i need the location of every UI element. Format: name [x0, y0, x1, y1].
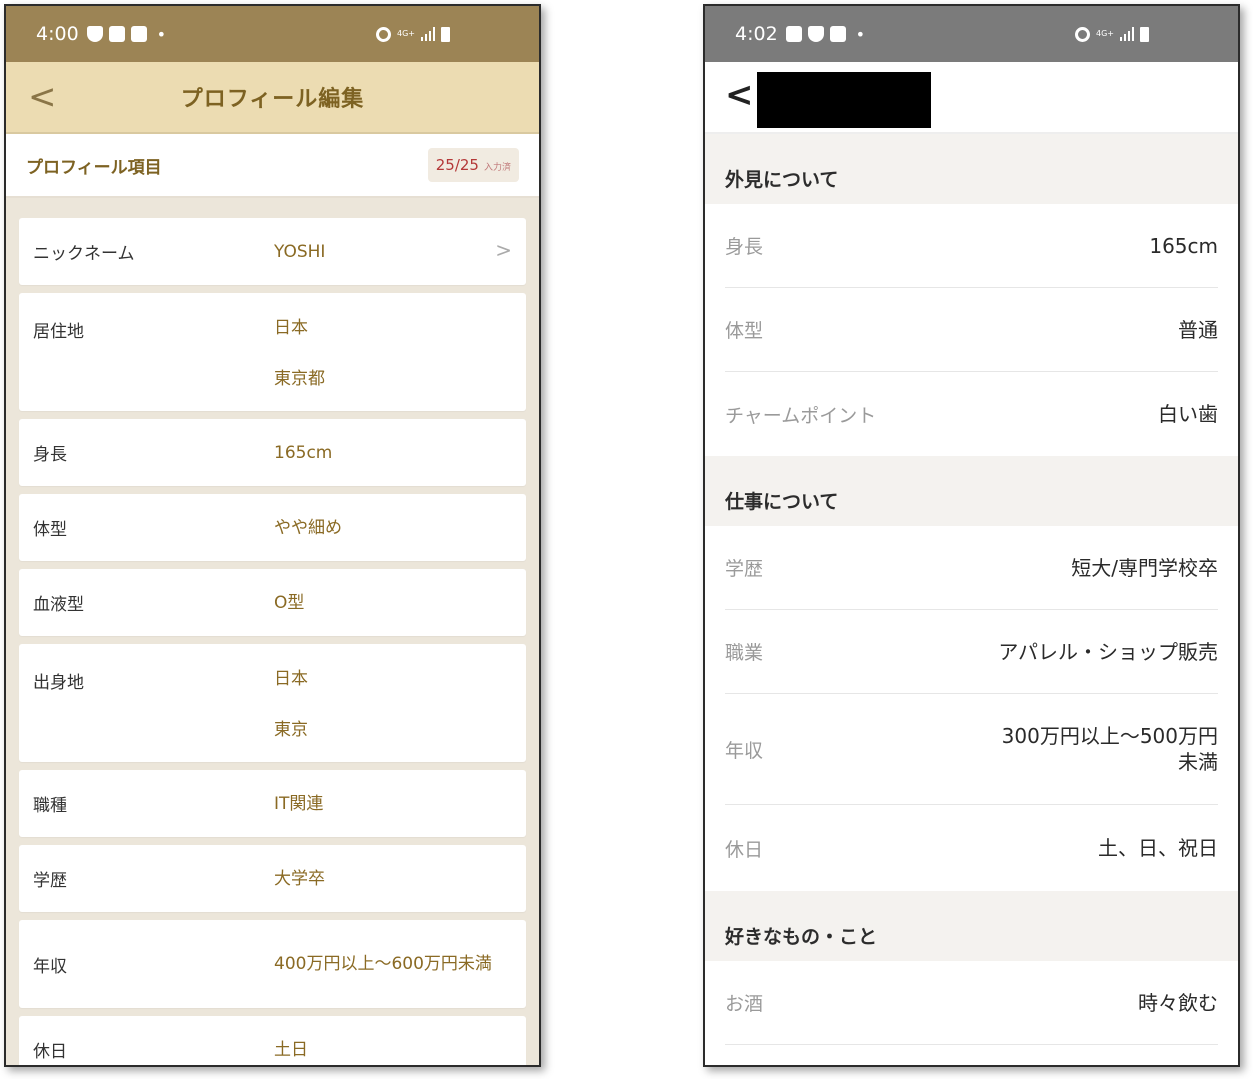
detail-value: 300万円以上～500万円 未満 — [1002, 723, 1218, 775]
profile-items-header: プロフィール項目 25/25 入力済 — [6, 134, 539, 198]
item-label: 学歴 — [33, 871, 67, 891]
detail-value: アパレル・ショップ販売 — [998, 639, 1218, 664]
alarm-icon — [1075, 26, 1090, 42]
profile-item-height[interactable]: 身長 165cm — [19, 419, 526, 486]
signal-icon — [1120, 27, 1134, 41]
battery-icon — [1140, 26, 1149, 42]
section-appearance: 外見について — [705, 134, 1238, 204]
detail-value-line2: 未満 — [1178, 750, 1218, 774]
detail-value: 165cm — [1149, 233, 1218, 258]
status-time: 4:00 — [36, 23, 79, 45]
item-label: 血液型 — [33, 595, 84, 615]
detail-label: 休日 — [725, 838, 764, 861]
status-time: 4:02 — [735, 23, 778, 45]
profile-item-education[interactable]: 学歴 大学卒 — [19, 845, 526, 912]
detail-value: 時々飲む — [1138, 990, 1218, 1015]
detail-row-education: 学歴 短大/専門学校卒 — [725, 526, 1218, 610]
profile-item-list: ニックネーム YOSHI > 居住地 日本 東京都 身長 165cm 体型 やや… — [6, 198, 539, 1065]
shield-icon — [86, 26, 103, 42]
signal-icon — [421, 27, 435, 41]
item-label: 出身地 — [33, 673, 84, 693]
profile-item-blood-type[interactable]: 血液型 O型 — [19, 569, 526, 636]
item-value: YOSHI — [274, 241, 326, 262]
status-bar: 4:02 • 4G+ — [705, 6, 1238, 62]
item-value-region: 東京 — [274, 720, 308, 740]
item-value-country: 日本 — [274, 318, 308, 338]
item-value: IT関連 — [274, 793, 324, 814]
item-value: 400万円以上～600万円未満 — [274, 953, 492, 974]
detail-row-charm-point: チャームポイント 白い歯 — [725, 372, 1218, 456]
detail-value: 土、日、祝日 — [1098, 836, 1218, 860]
app-header: < — [705, 62, 1238, 134]
detail-label: チャームポイント — [725, 404, 877, 427]
section-work: 仕事について — [705, 456, 1238, 526]
status-bar: 4:00 • 4G+ — [6, 6, 539, 62]
network-type: 4G+ — [397, 29, 415, 38]
detail-label: 職業 — [725, 642, 764, 664]
detail-label: 学歴 — [725, 558, 764, 580]
detail-row-occupation: 職業 アパレル・ショップ販売 — [725, 610, 1218, 694]
item-label: 職種 — [33, 796, 67, 816]
detail-value: 普通 — [1178, 317, 1218, 342]
profile-item-body-type[interactable]: 体型 やや細め — [19, 494, 526, 561]
detail-label: 体型 — [725, 320, 764, 342]
item-label: ニックネーム — [33, 244, 135, 264]
camera-icon — [829, 26, 846, 42]
battery-icon — [441, 26, 450, 42]
camera-icon — [108, 26, 125, 42]
redacted-name — [757, 72, 931, 128]
profile-item-nickname[interactable]: ニックネーム YOSHI > — [19, 218, 526, 285]
chevron-right-icon: > — [495, 238, 512, 262]
detail-row-income: 年収 300万円以上～500万円 未満 — [725, 694, 1218, 805]
profile-item-job-type[interactable]: 職種 IT関連 — [19, 770, 526, 837]
item-value: 165cm — [274, 442, 333, 463]
gallery-icon — [785, 26, 802, 42]
item-value: 大学卒 — [274, 868, 325, 889]
item-value-country: 日本 — [274, 669, 308, 689]
item-label: 居住地 — [33, 322, 84, 342]
notification-dot-icon: • — [156, 24, 167, 44]
profile-item-residence[interactable]: 居住地 日本 東京都 — [19, 293, 526, 411]
notification-dot-icon: • — [855, 24, 866, 44]
shield-icon — [807, 26, 824, 42]
detail-row-alcohol: お酒 時々飲む — [725, 961, 1218, 1045]
item-label: 休日 — [33, 1042, 67, 1062]
completion-badge: 25/25 入力済 — [427, 148, 519, 182]
profile-view-screen: 4:02 • 4G+ < 外見について 身長 165cm 体型 普通 チャームポ… — [703, 4, 1240, 1067]
profile-items-title: プロフィール項目 — [26, 157, 162, 178]
item-label: 年収 — [33, 956, 67, 977]
detail-value-line1: 300万円以上～500万円 — [1001, 724, 1218, 748]
page-title: プロフィール編集 — [180, 87, 365, 112]
detail-label: お酒 — [725, 993, 764, 1015]
detail-label: 身長 — [725, 236, 764, 258]
app-header: < プロフィール編集 — [6, 62, 539, 134]
item-label: 身長 — [33, 445, 67, 465]
item-value: O型 — [274, 592, 305, 613]
profile-item-holiday[interactable]: 休日 土日 — [19, 1016, 526, 1065]
item-label: 体型 — [33, 520, 67, 540]
back-button[interactable]: < — [28, 80, 57, 114]
alarm-icon — [376, 26, 391, 42]
detail-row-body-type: 体型 普通 — [725, 288, 1218, 372]
item-value: やや細め — [274, 517, 342, 538]
back-button[interactable]: < — [725, 78, 754, 112]
item-value: 土日 — [274, 1039, 308, 1060]
completion-count: 25/25 — [435, 156, 479, 174]
profile-item-income[interactable]: 年収 400万円以上～600万円未満 — [19, 920, 526, 1008]
completion-label: 入力済 — [483, 163, 511, 173]
item-value-region: 東京都 — [274, 369, 325, 389]
detail-row-holiday: 休日 土、日、祝日 — [725, 805, 1218, 891]
profile-edit-screen: 4:00 • 4G+ < プロフィール編集 プロフィール項目 25/25 入力済… — [4, 4, 541, 1067]
detail-row-height: 身長 165cm — [725, 204, 1218, 288]
profile-item-hometown[interactable]: 出身地 日本 東京 — [19, 644, 526, 762]
section-likes: 好きなもの・こと — [705, 891, 1238, 961]
calendar-icon — [130, 26, 147, 42]
network-type: 4G+ — [1096, 29, 1114, 38]
detail-label: 年収 — [725, 739, 764, 762]
detail-value: 短大/専門学校卒 — [1071, 555, 1218, 580]
detail-value: 白い歯 — [1158, 402, 1218, 426]
